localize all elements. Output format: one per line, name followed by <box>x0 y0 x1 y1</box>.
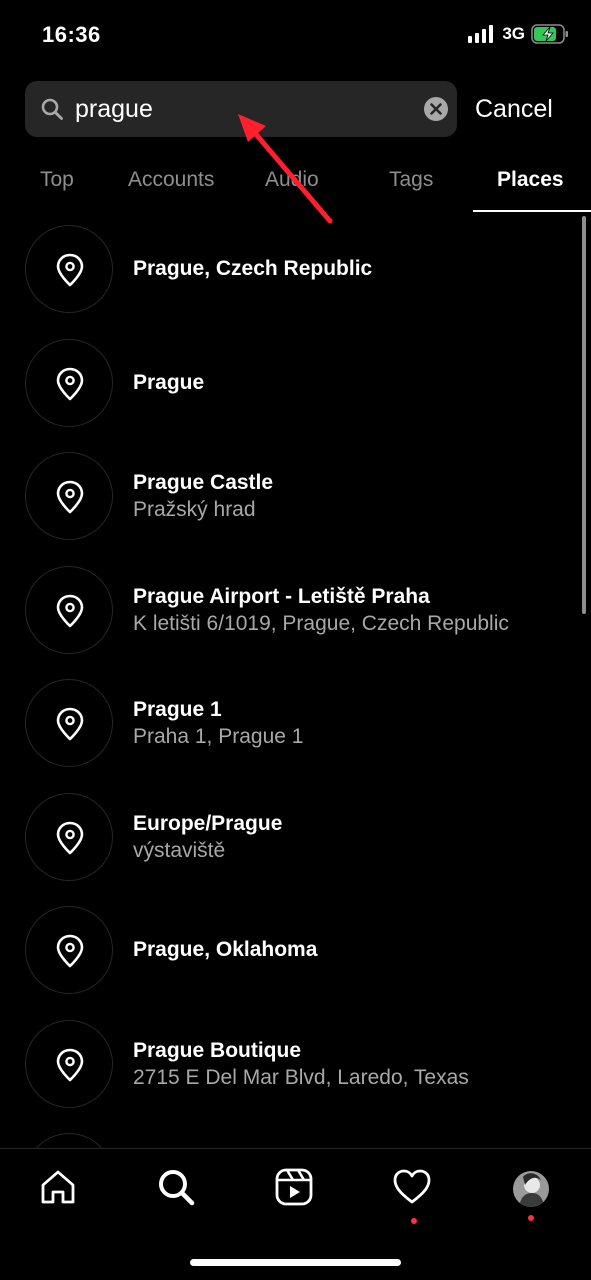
search-icon <box>159 1170 195 1206</box>
location-pin-icon <box>25 452 113 540</box>
cancel-button[interactable]: Cancel <box>475 95 553 124</box>
tab-accounts[interactable]: Accounts <box>128 168 214 192</box>
list-item[interactable]: Prague, Oklahoma <box>0 893 575 1006</box>
location-pin-icon <box>25 566 113 654</box>
search-icon <box>41 98 63 120</box>
nav-search[interactable] <box>156 1167 200 1211</box>
location-pin-icon <box>25 679 113 767</box>
network-type: 3G <box>502 24 525 43</box>
location-pin-icon <box>25 225 113 313</box>
list-item[interactable]: Europe/Prague výstaviště <box>0 780 575 893</box>
tab-top[interactable]: Top <box>40 168 74 192</box>
list-item[interactable]: Prague 1 Praha 1, Prague 1 <box>0 666 575 779</box>
search-tabs: Top Accounts Audio Tags Places <box>0 152 591 212</box>
status-bar: 16:36 3G <box>0 0 591 70</box>
place-title: Europe/Prague <box>133 812 283 835</box>
home-icon <box>41 1170 75 1204</box>
list-item[interactable]: Prague <box>0 326 575 439</box>
location-pin-icon <box>25 906 113 994</box>
scrollbar[interactable] <box>582 216 586 614</box>
nav-activity[interactable] <box>392 1167 436 1224</box>
place-subtitle: výstaviště <box>133 839 226 862</box>
tab-tags[interactable]: Tags <box>389 168 433 192</box>
signal-bars-icon <box>468 25 494 43</box>
notification-dot <box>411 1218 417 1224</box>
clear-icon[interactable] <box>423 96 449 122</box>
place-title: Prague Boutique <box>133 1039 302 1062</box>
search-row: Cancel <box>25 81 591 137</box>
nav-home[interactable] <box>38 1167 82 1211</box>
location-pin-icon <box>25 1020 113 1108</box>
place-subtitle: K letišti 6/1019, Prague, Czech Republic <box>133 612 509 635</box>
location-pin-icon <box>25 1133 113 1148</box>
location-pin-icon <box>25 793 113 881</box>
list-item[interactable]: Prague Airport - Letiště Praha K letišti… <box>0 553 575 666</box>
place-subtitle: 2715 E Del Mar Blvd, Laredo, Texas <box>133 1066 469 1089</box>
place-title: Prague, Czech Republic <box>133 257 373 280</box>
place-title: Prague 1 <box>133 698 222 721</box>
list-item[interactable]: Prague Boutique 2715 E Del Mar Blvd, Lar… <box>0 1007 575 1120</box>
reels-icon <box>275 1168 313 1206</box>
nav-reels[interactable] <box>274 1167 318 1211</box>
place-subtitle: Pražský hrad <box>133 498 256 521</box>
battery-charging-icon <box>531 24 568 44</box>
place-title: Prague Castle <box>133 471 274 494</box>
list-item[interactable]: Prague Castle Pražský hrad <box>0 439 575 552</box>
places-results-list: Prague, Czech Republic Prague Prague Cas… <box>0 212 591 1148</box>
search-field[interactable] <box>25 81 457 137</box>
tab-audio[interactable]: Audio <box>265 168 319 192</box>
place-title: Prague Airport - Letiště Praha <box>133 585 430 608</box>
notification-dot <box>528 1215 534 1221</box>
place-title: Prague, Oklahoma <box>133 938 318 961</box>
profile-avatar[interactable] <box>513 1171 549 1207</box>
status-indicators: 3G <box>468 24 569 44</box>
place-subtitle: Praha 1, Prague 1 <box>133 725 304 748</box>
place-title: Prague <box>133 371 205 394</box>
list-item[interactable]: Prague, Czech Republic <box>0 212 575 325</box>
tab-places[interactable]: Places <box>497 168 564 192</box>
heart-icon <box>393 1169 431 1204</box>
search-input[interactable] <box>75 81 415 137</box>
status-time: 16:36 <box>42 22 101 47</box>
list-item[interactable] <box>0 1120 575 1148</box>
home-indicator <box>190 1259 401 1266</box>
location-pin-icon <box>25 339 113 427</box>
